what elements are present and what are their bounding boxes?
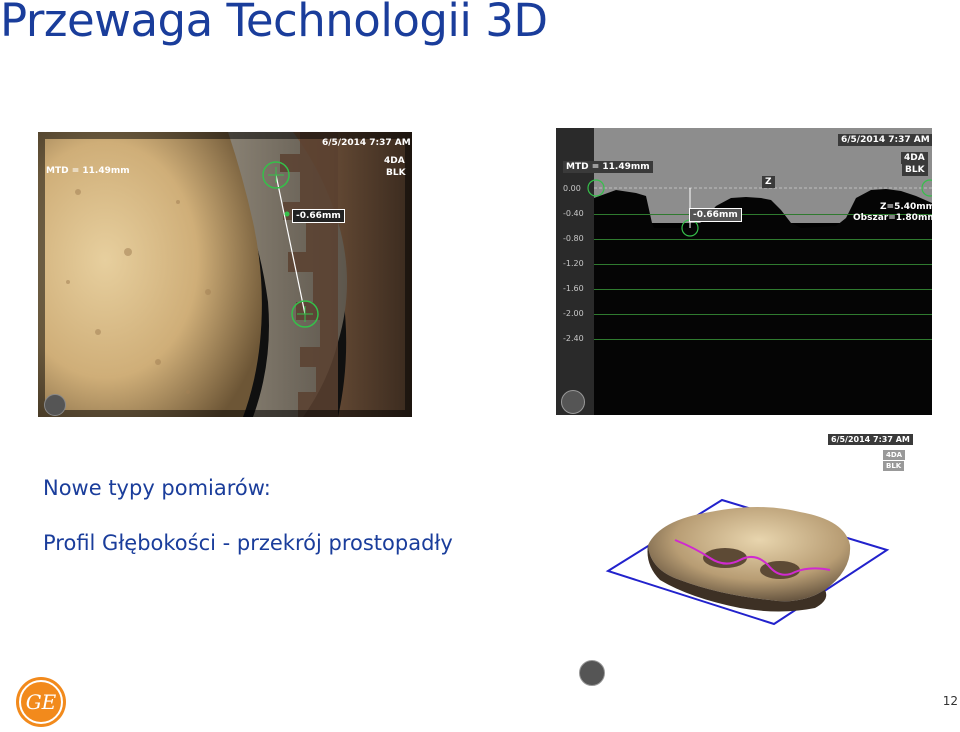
gridline-0 bbox=[594, 188, 932, 189]
area-value: Obszar=1.80mm² bbox=[853, 213, 932, 223]
borescope-image: MTD = 11.49mm 6/5/2014 7:37 AM 4DA BLK -… bbox=[38, 132, 412, 417]
z-value: Z=5.40mm bbox=[880, 202, 932, 212]
y-tick-label: 0.00 bbox=[563, 184, 581, 193]
depth-label: -0.66mm bbox=[292, 209, 345, 223]
surface-3d-render bbox=[605, 498, 890, 626]
datetime-stamp: 6/5/2014 7:37 AM bbox=[322, 138, 411, 148]
gridline-5 bbox=[594, 314, 932, 315]
gridline-2 bbox=[594, 239, 932, 240]
ge-watermark-icon bbox=[579, 660, 605, 686]
depth-profile-image: 0.00 -0.40 -0.80 -1.20 -1.60 -2.00 -2.40… bbox=[556, 128, 932, 415]
y-tick-label: -1.60 bbox=[563, 284, 584, 293]
z-marker: Z bbox=[762, 176, 775, 188]
depth-label: -0.66mm bbox=[689, 208, 742, 222]
gridline-4 bbox=[594, 289, 932, 290]
tip-label-1: 4DA bbox=[384, 156, 405, 166]
view-3d: 6/5/2014 7:37 AM 4DA BLK bbox=[600, 430, 930, 640]
y-tick-label: -2.00 bbox=[563, 309, 584, 318]
ge-watermark-icon bbox=[44, 394, 66, 416]
mtd-readout: MTD = 11.49mm bbox=[46, 166, 130, 176]
y-tick-label: -0.40 bbox=[563, 209, 584, 218]
bullet-heading: Nowe typy pomiarów: bbox=[43, 476, 271, 500]
gridline-6 bbox=[594, 339, 932, 340]
tip-label-2: BLK bbox=[386, 168, 406, 178]
ge-watermark-icon bbox=[561, 390, 585, 414]
datetime-stamp: 6/5/2014 7:37 AM bbox=[838, 134, 932, 146]
svg-text:GE: GE bbox=[26, 690, 57, 714]
y-tick-label: -0.80 bbox=[563, 234, 584, 243]
slide-title: Przewaga Technologii 3D bbox=[0, 0, 548, 47]
y-tick-label: -2.40 bbox=[563, 334, 584, 343]
page-number: 12 bbox=[942, 694, 958, 708]
tip-label-2: BLK bbox=[902, 164, 928, 176]
gridline-3 bbox=[594, 264, 932, 265]
mtd-readout: MTD = 11.49mm bbox=[563, 161, 653, 173]
bullet-item: Profil Głębokości - przekrój prostopadły bbox=[43, 531, 453, 555]
tip-label-1: 4DA bbox=[901, 152, 928, 164]
ge-logo-icon: GE bbox=[15, 676, 67, 728]
y-tick-label: -1.20 bbox=[563, 259, 584, 268]
